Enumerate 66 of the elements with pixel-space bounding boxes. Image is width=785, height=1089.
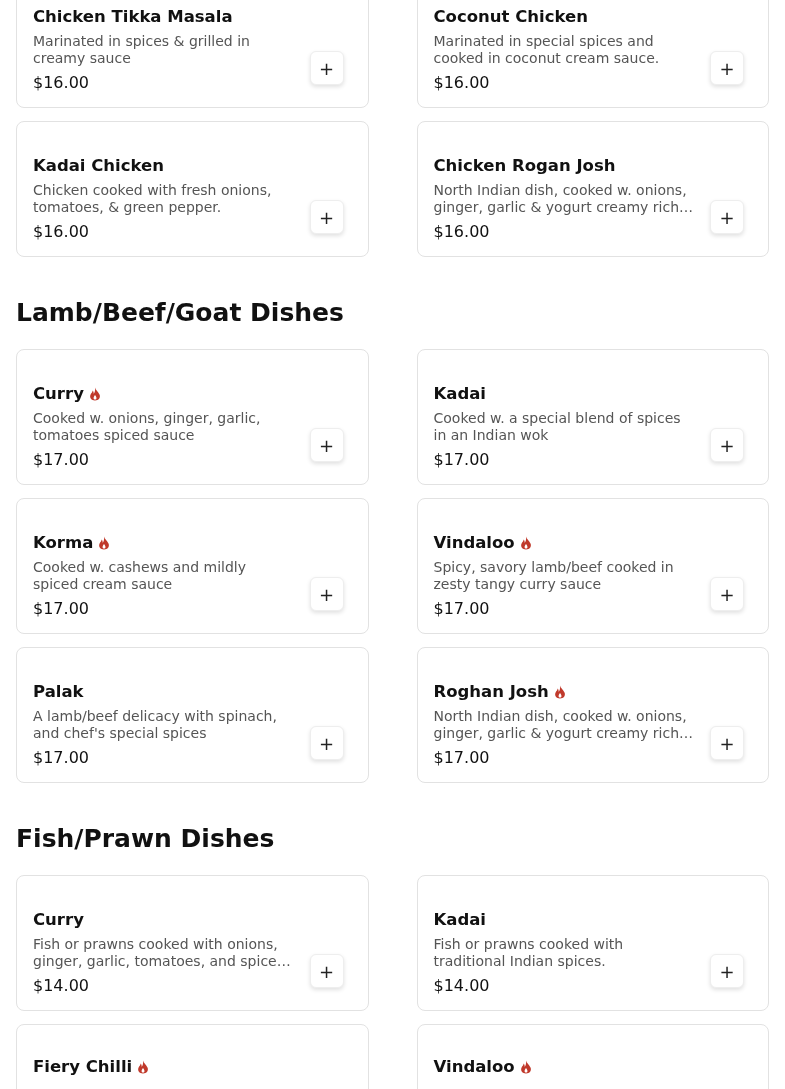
dish-price: $16.00 — [433, 73, 491, 93]
dish-description: Spicy, savory lamb/beef cooked in zesty tangy curry sauce — [433, 559, 675, 593]
add-button[interactable]: + — [710, 51, 744, 85]
dish-name: Fiery Chilli — [33, 1057, 133, 1077]
add-button[interactable]: + — [309, 577, 344, 611]
dish-price: $17.00 — [33, 748, 90, 768]
menu-item-card[interactable]: Vindaloo Spicy, savory lamb/beef cooked in zesty tangy curry sauce $17.00 + — [416, 498, 769, 634]
dish-price: $17.00 — [433, 748, 491, 768]
menu-item-card[interactable]: Coconut Chicken Marinated in special spices and cooked in coconut cream sauce. $16.00 + — [416, 0, 769, 108]
dish-name: Kadai — [433, 384, 487, 404]
dish-name: Curry — [33, 910, 84, 930]
dish-description: Cooked w. a special blend of spices in an Indian wok — [433, 410, 682, 444]
dish-price: $16.00 — [33, 73, 90, 93]
dish-name: Korma — [33, 533, 94, 553]
dish-description: North Indian dish, cooked w. onions, ginger, garlic & yogurt creamy rich… — [433, 182, 695, 216]
add-button[interactable]: + — [710, 726, 744, 760]
dish-description: Marinated in special spices and cooked in coconut cream sauce. — [433, 33, 661, 67]
dish-description: Cooked w. cashews and mildly spiced cream sauce — [33, 559, 248, 593]
dish-name: Roghan Josh — [433, 682, 549, 702]
dish-description: Marinated in spices & grilled in creamy sauce — [33, 33, 251, 67]
dish-price: $17.00 — [433, 450, 491, 470]
add-button[interactable]: + — [309, 51, 344, 85]
dish-name: Curry — [33, 384, 84, 404]
dish-description: Cooked w. onions, ginger, garlic, tomatoes spiced sauce — [33, 410, 262, 444]
dish-name: Vindaloo — [433, 533, 515, 553]
section-heading: Fish/Prawn Dishes — [16, 823, 276, 855]
add-button[interactable]: + — [309, 428, 344, 462]
menu-item-card[interactable]: Vindaloo — [416, 1024, 769, 1089]
dish-price: $17.00 — [433, 599, 491, 619]
add-button[interactable]: + — [309, 954, 344, 988]
dish-name: Chicken Tikka Masala — [33, 7, 233, 27]
dish-description: Chicken cooked with fresh onions, tomatoes, & green pepper. — [33, 182, 273, 216]
section-heading: Lamb/Beef/Goat Dishes — [16, 297, 345, 329]
menu-item-card[interactable]: Palak A lamb/beef delicacy with spinach, and chef's special spices $17.00 + — [16, 647, 369, 783]
menu-item-card[interactable]: Kadai Chicken Chicken cooked with fresh onions, tomatoes, & green pepper. $16.00 + — [16, 121, 369, 257]
dish-price: $14.00 — [433, 976, 491, 996]
menu-item-card[interactable]: Chicken Rogan Josh North Indian dish, cooked w. onions, ginger, garlic & yogurt creamy rich… $16.00 + — [416, 121, 769, 257]
dish-description: North Indian dish, cooked w. onions, ginger, garlic & yogurt creamy rich… — [433, 708, 695, 742]
menu-item-card[interactable]: Curry Fish or prawns cooked with onions, ginger, garlic, tomatoes, and spice… $14.00 + — [16, 875, 369, 1011]
dish-price: $16.00 — [33, 222, 90, 242]
dish-name: Chicken Rogan Josh — [433, 156, 616, 176]
dish-name: Vindaloo — [433, 1057, 515, 1077]
add-button[interactable]: + — [710, 954, 744, 988]
add-button[interactable]: + — [710, 577, 744, 611]
dish-description: Fish or prawns cooked with onions, ginger, garlic, tomatoes, and spice… — [33, 936, 292, 970]
dish-name: Coconut Chicken — [433, 7, 588, 27]
add-button[interactable]: + — [710, 428, 744, 462]
dish-name: Palak — [33, 682, 84, 702]
add-button[interactable]: + — [309, 726, 344, 760]
menu-item-card[interactable]: Chicken Tikka Masala Marinated in spices & grilled in creamy sauce $16.00 + — [16, 0, 369, 108]
add-button[interactable]: + — [710, 200, 744, 234]
dish-price: $17.00 — [33, 450, 90, 470]
dish-description: Fish or prawns cooked with traditional Indian spices. — [433, 936, 625, 970]
dish-name: Kadai — [433, 910, 487, 930]
dish-name: Kadai Chicken — [33, 156, 165, 176]
dish-price: $17.00 — [33, 599, 90, 619]
dish-price: $16.00 — [433, 222, 491, 242]
menu-item-card[interactable]: Korma Cooked w. cashews and mildly spiced cream sauce $17.00 + — [16, 498, 369, 634]
add-button[interactable]: + — [309, 200, 344, 234]
menu-item-card[interactable]: Kadai Fish or prawns cooked with traditional Indian spices. $14.00 + — [416, 875, 769, 1011]
menu-item-card[interactable]: Kadai Cooked w. a special blend of spices in an Indian wok $17.00 + — [416, 349, 769, 485]
menu-item-card[interactable]: Roghan Josh North Indian dish, cooked w. onions, ginger, garlic & yogurt creamy rich… $17.00 + — [416, 647, 769, 783]
dish-description: A lamb/beef delicacy with spinach, and chef's special spices — [33, 708, 278, 742]
dish-price: $14.00 — [33, 976, 90, 996]
menu-item-card[interactable]: Fiery Chilli — [16, 1024, 369, 1089]
menu-item-card[interactable]: Curry Cooked w. onions, ginger, garlic, tomatoes spiced sauce $17.00 + — [16, 349, 369, 485]
